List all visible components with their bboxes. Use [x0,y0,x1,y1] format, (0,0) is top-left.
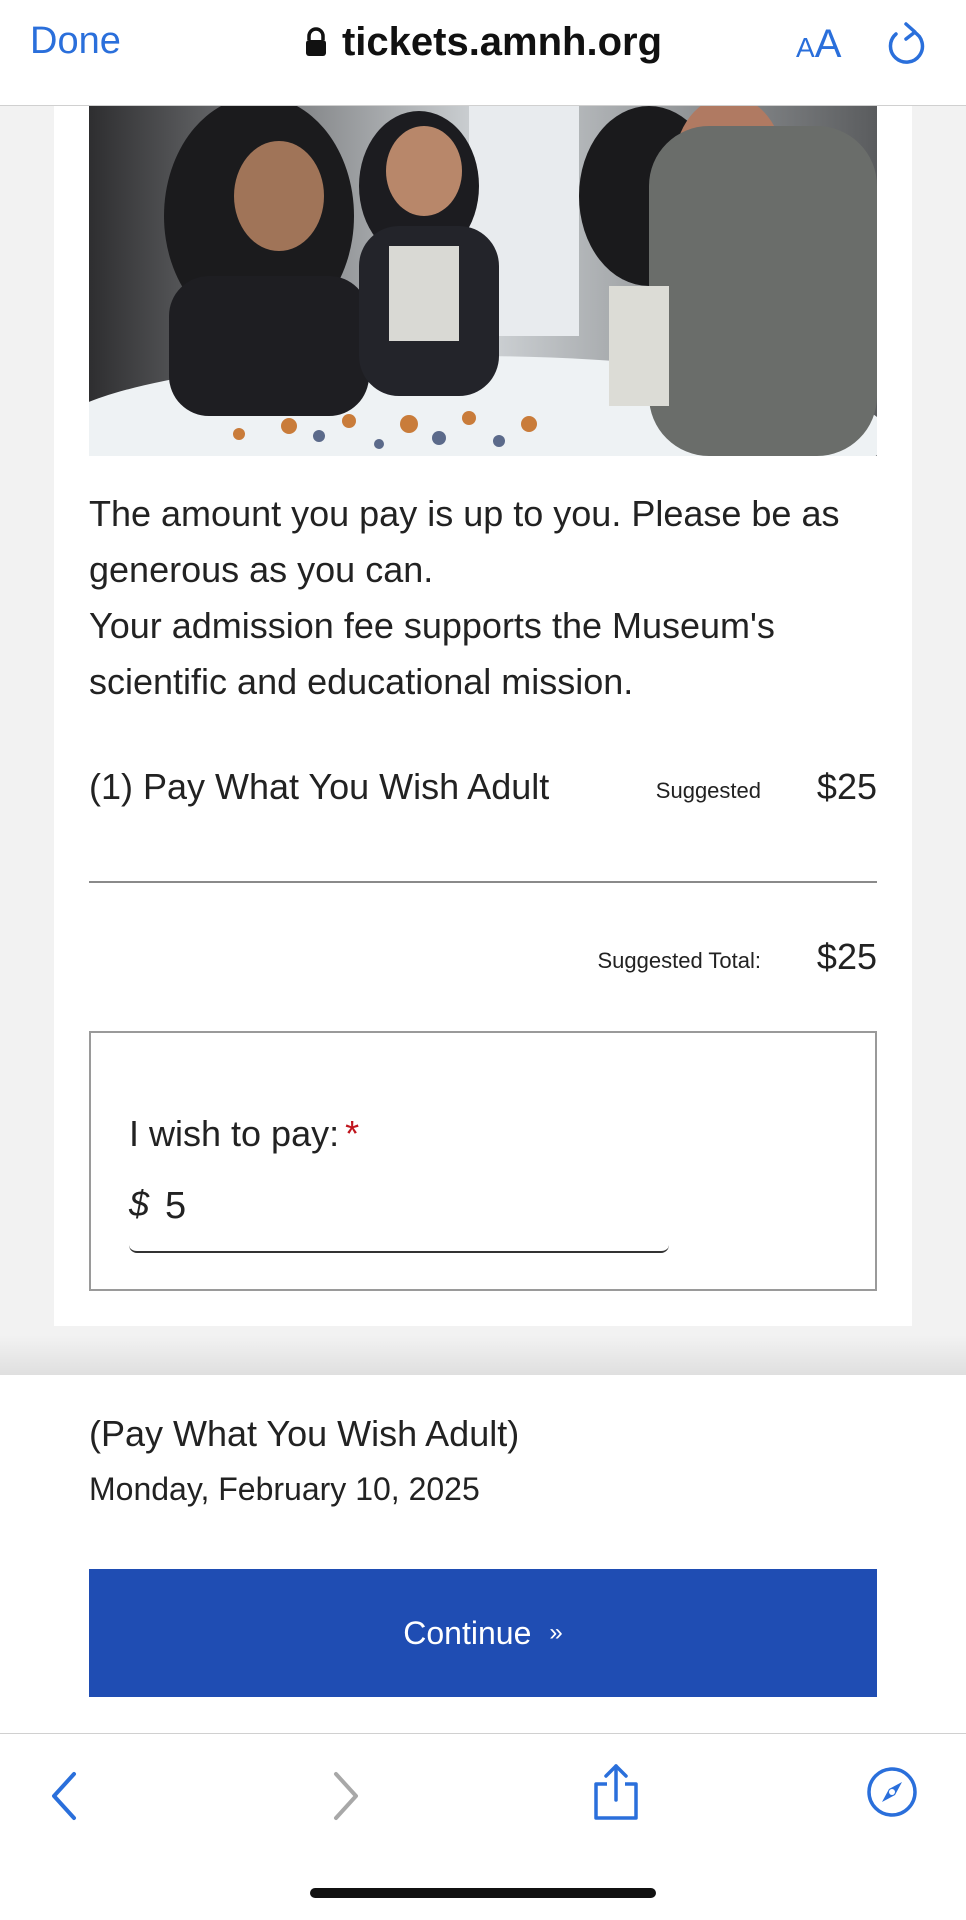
url-text: tickets.amnh.org [341,20,663,64]
museum-photo [89,106,877,456]
reload-icon[interactable] [884,20,928,75]
divider [89,881,877,883]
ticket-name: (1) Pay What You Wish Adult [89,766,550,807]
chevron-double-right-icon: » [549,1619,563,1646]
order-summary-panel: (Pay What You Wish Adult) Monday, Februa… [0,1375,966,1733]
suggested-total-price: $25 [816,936,877,977]
text-size-button[interactable]: AA [796,22,841,67]
back-arrow-icon[interactable] [48,1770,80,1827]
intro-line-mission: Your admission fee supports the Museum's… [89,605,775,702]
suggested-total-label: Suggested Total: [597,948,762,973]
ticket-line-item: (1) Pay What You Wish Adult Suggested $2… [89,766,877,816]
pay-amount-box: I wish to pay: * $ 5 [89,1031,877,1291]
forward-arrow-icon[interactable] [330,1770,362,1827]
panel-shadow [0,1335,966,1375]
summary-date: Monday, February 10, 2025 [89,1471,480,1507]
total-row: Suggested Total: $25 [89,936,878,986]
suggested-label: Suggested [655,778,761,803]
content-card: The amount you pay is up to you. Please … [54,106,912,1326]
pay-label: I wish to pay: * [129,1113,359,1155]
text-size-large-glyph: A [814,22,842,66]
intro-text: The amount you pay is up to you. Please … [89,486,877,710]
home-indicator[interactable] [310,1888,656,1898]
share-icon[interactable] [592,1762,640,1827]
currency-symbol: $ [129,1183,150,1224]
lock-icon [304,22,328,67]
continue-label: Continue [403,1614,532,1651]
pay-label-text: I wish to pay: [129,1113,340,1154]
intro-line-generosity: The amount you pay is up to you. Please … [89,493,840,590]
pay-amount-input[interactable]: $ 5 [129,1163,669,1253]
ticket-price: $25 [816,766,877,807]
required-asterisk: * [345,1113,360,1154]
continue-button[interactable]: Continue » [89,1569,877,1697]
browser-top-bar: Done tickets.amnh.org AA [0,0,966,106]
safari-compass-icon[interactable] [866,1766,918,1823]
pay-amount-value[interactable]: 5 [165,1185,186,1228]
summary-ticket-title: (Pay What You Wish Adult) [89,1413,520,1454]
text-size-small-glyph: A [796,32,815,63]
